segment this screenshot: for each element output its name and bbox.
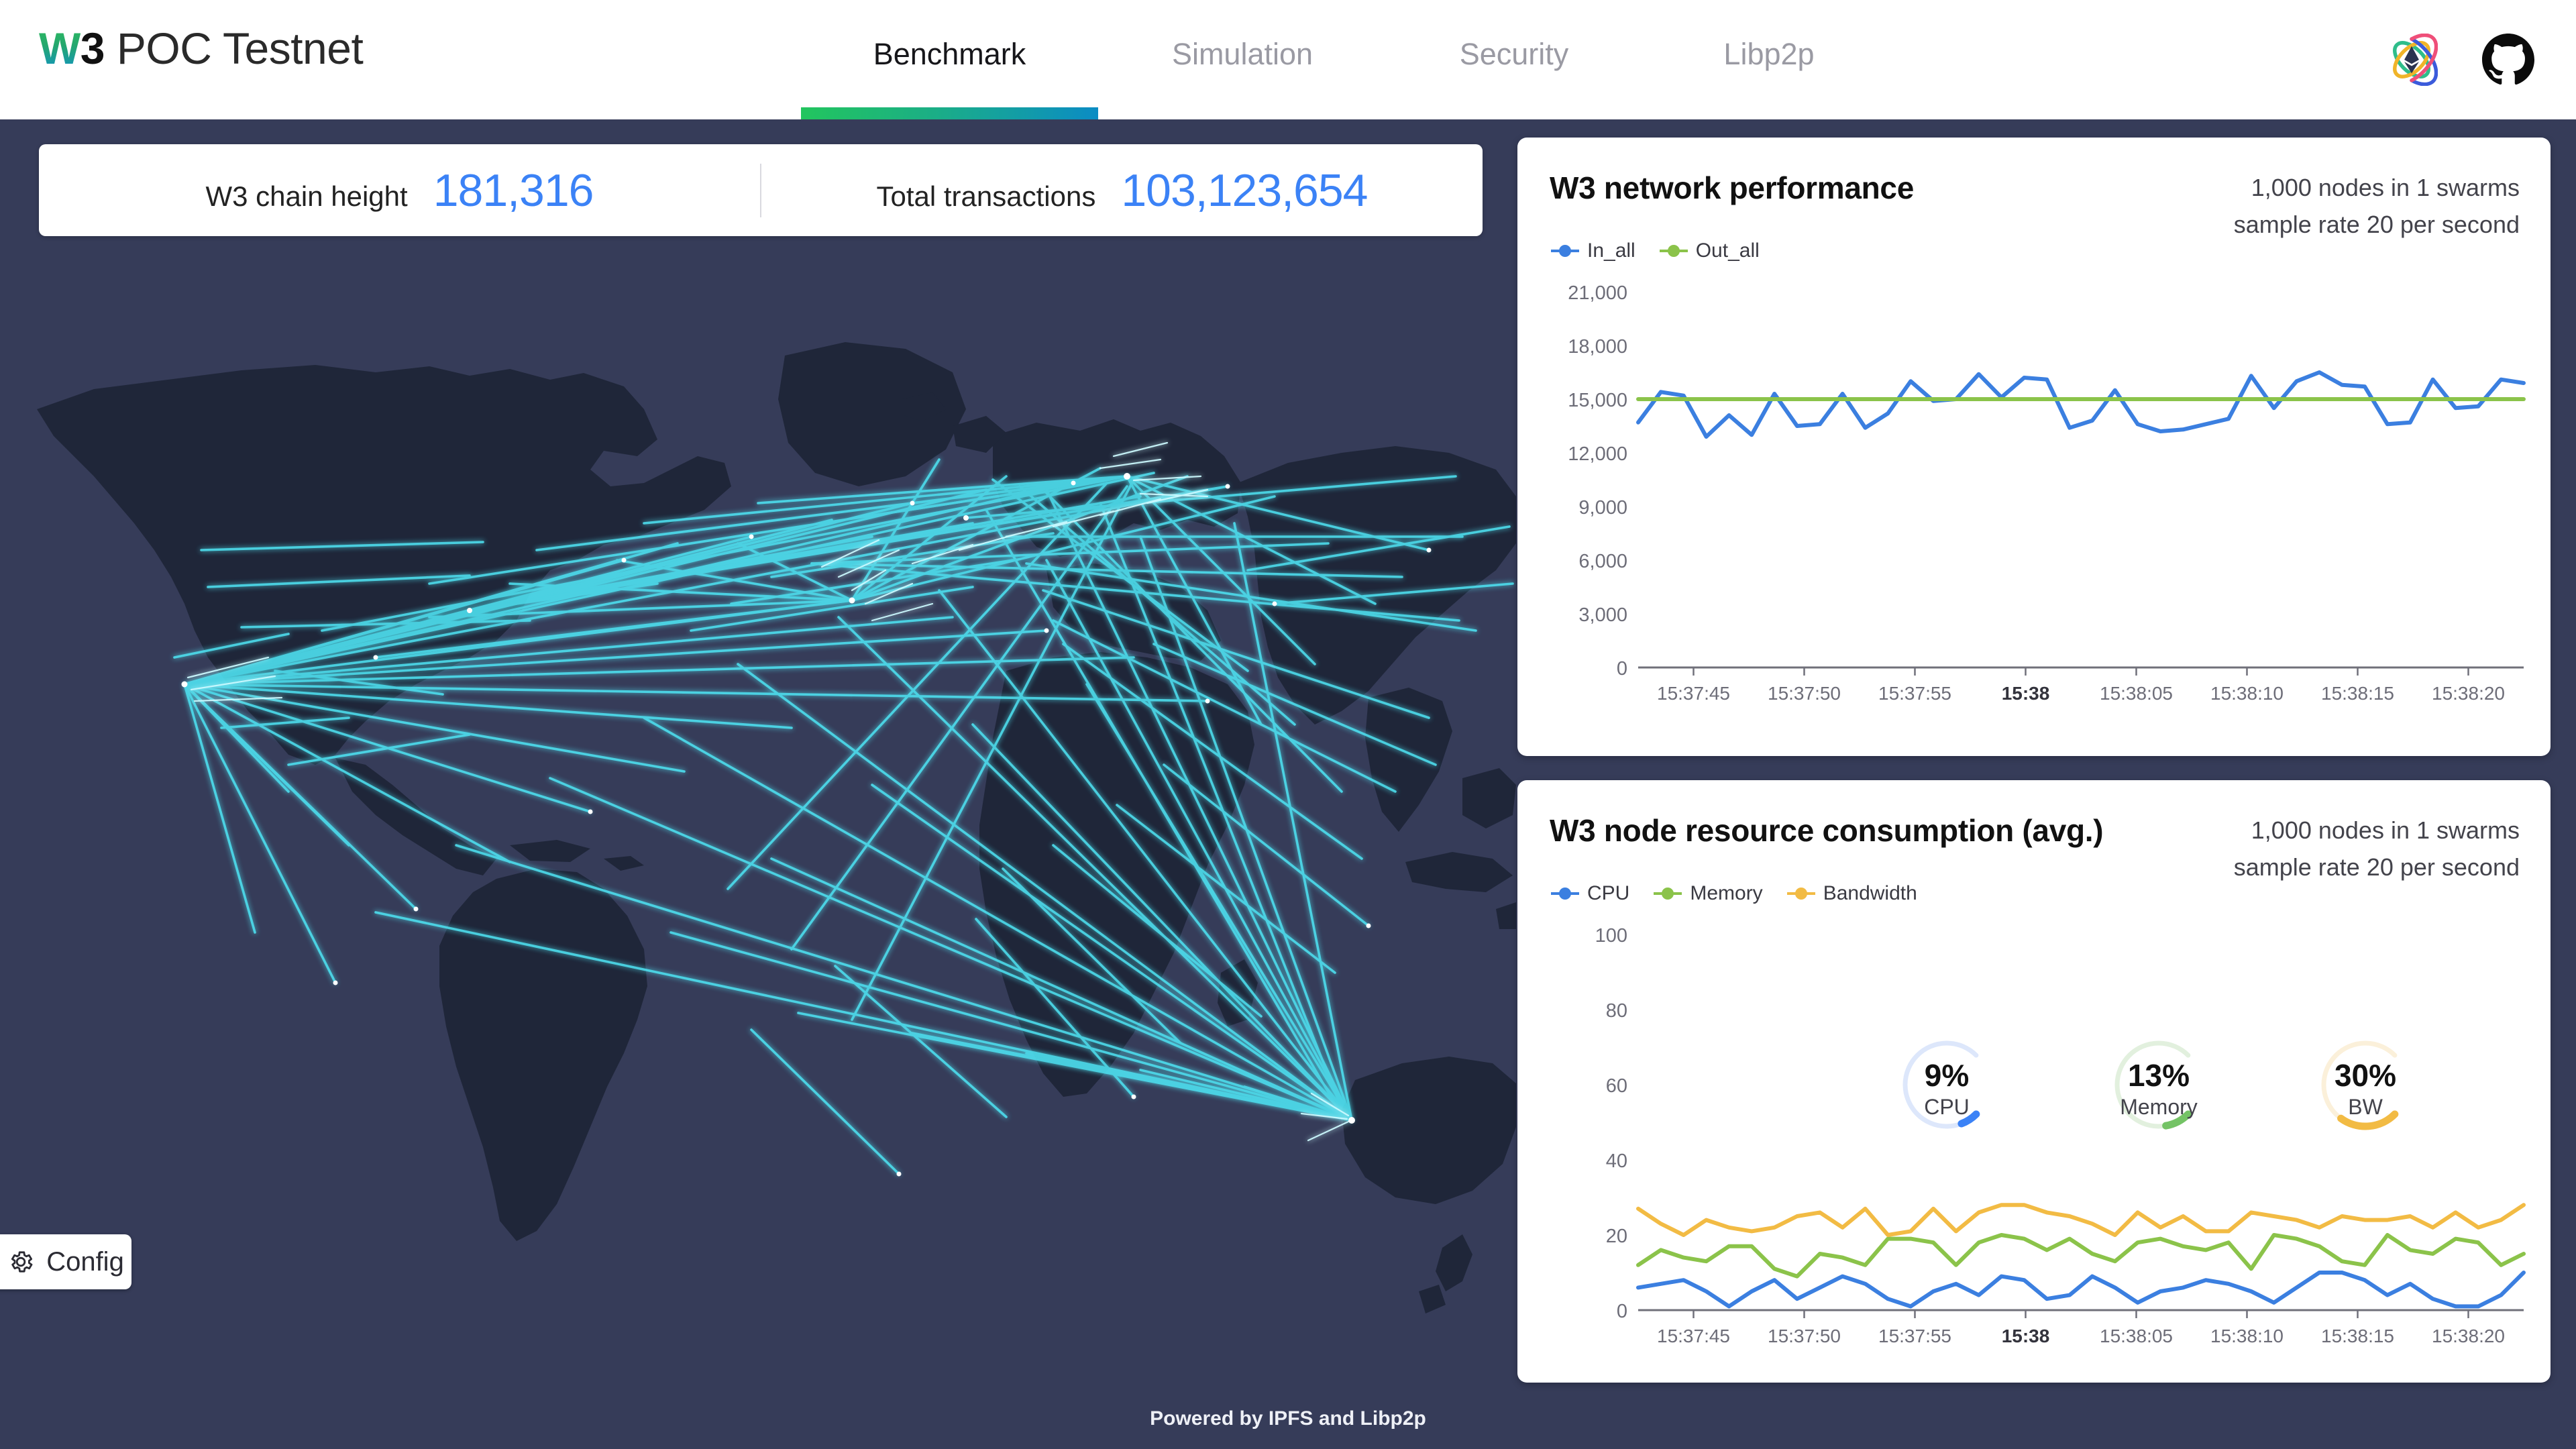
y-axis-tick-label: 80 <box>1606 1000 1627 1022</box>
card-node-resource-title: W3 node resource consumption (avg.) <box>1550 813 2104 848</box>
series-line-bandwidth <box>1636 1203 2526 1237</box>
chart-node-resource-consumption[interactable]: 0 20 40 60 80 100 15:37:45 15:37:50 15:37:55 15:3… <box>1517 921 2551 1384</box>
x-axis-tick-label: 15:38 <box>2002 683 2050 704</box>
series-line-in-all <box>1636 370 2526 439</box>
tab-libp2p[interactable]: Libp2p <box>1642 0 1896 119</box>
x-axis-tick-label: 15:38:10 <box>2210 1326 2284 1346</box>
github-icon[interactable] <box>2482 34 2534 86</box>
card-network-performance-meta: 1,000 nodes in 1 swarms sample rate 20 p… <box>2234 170 2520 243</box>
legend-item-in-all[interactable]: In_all <box>1550 239 1635 262</box>
x-axis-tick-label: 15:38:15 <box>2321 1326 2394 1346</box>
x-axis-tick-label: 15:38:15 <box>2321 683 2394 704</box>
stat-chain-height: W3 chain height 181,316 <box>39 164 760 217</box>
legend-label-bandwidth: Bandwidth <box>1823 882 1917 904</box>
series-line-memory <box>1636 1233 2526 1279</box>
legend-node-resource: CPU Memory Bandwidth <box>1550 882 1917 905</box>
nav-icon-group <box>2385 34 2534 86</box>
legend-marker-cpu <box>1551 888 1579 900</box>
y-axis-tick-label: 18,000 <box>1568 336 1627 358</box>
footer-text: Powered by IPFS and Libp2p <box>1150 1407 1426 1430</box>
legend-label-in-all: In_all <box>1587 239 1635 262</box>
card-node-resource-meta: 1,000 nodes in 1 swarms sample rate 20 p… <box>2234 812 2520 885</box>
legend-marker-memory <box>1654 888 1682 900</box>
tab-security[interactable]: Security <box>1387 0 1642 119</box>
res-meta-nodes: 1,000 nodes in 1 swarms <box>2251 816 2520 844</box>
y-axis-tick-label: 15,000 <box>1568 390 1627 411</box>
card-network-performance-title: W3 network performance <box>1550 170 1914 205</box>
y-axis-tick-label: 21,000 <box>1568 282 1627 304</box>
gear-icon <box>11 1251 33 1273</box>
legend-item-memory[interactable]: Memory <box>1652 882 1763 905</box>
stat-chain-height-label: W3 chain height <box>205 180 408 212</box>
ethereum-atom-icon[interactable] <box>2385 34 2438 86</box>
card-node-resource-consumption: W3 node resource consumption (avg.) 1,00… <box>1517 780 2551 1383</box>
res-meta-samplerate: sample rate 20 per second <box>2233 853 2520 881</box>
legend-marker-in-all <box>1551 245 1579 257</box>
legend-item-out-all[interactable]: Out_all <box>1658 239 1760 262</box>
tab-benchmark[interactable]: Benchmark <box>801 0 1098 119</box>
stat-total-transactions-label: Total transactions <box>876 180 1096 212</box>
map-canvas <box>0 255 1516 1368</box>
tab-simulation-label: Simulation <box>1171 37 1313 71</box>
card-network-performance-header: W3 network performance 1,000 nodes in 1 … <box>1517 138 2551 243</box>
tab-security-label: Security <box>1459 37 1569 71</box>
y-axis-tick-label: 12,000 <box>1568 443 1627 465</box>
y-axis-tick-label: 3,000 <box>1578 604 1627 626</box>
x-axis-tick-label: 15:38:05 <box>2100 1326 2173 1346</box>
x-axis-tick-label: 15:38:05 <box>2100 683 2173 704</box>
y-axis-tick-label: 6,000 <box>1578 551 1627 572</box>
card-network-performance: W3 network performance 1,000 nodes in 1 … <box>1517 138 2551 756</box>
y-axis-tick-label: 0 <box>1617 658 1627 680</box>
app-root: W3 POC Testnet Benchmark Simulation Secu… <box>0 0 2576 1449</box>
tab-benchmark-label: Benchmark <box>873 37 1026 71</box>
x-axis-tick-label: 15:37:45 <box>1657 1326 1730 1346</box>
x-axis-tick-label: 15:37:50 <box>1768 683 1841 704</box>
tab-libp2p-label: Libp2p <box>1723 37 1815 71</box>
perf-meta-samplerate: sample rate 20 per second <box>2233 210 2520 238</box>
legend-network-performance: In_all Out_all <box>1550 239 1760 262</box>
brand-three: 3 <box>80 23 105 73</box>
y-axis-tick-label: 9,000 <box>1578 497 1627 519</box>
x-axis-tick-label: 15:38:20 <box>2432 683 2505 704</box>
y-axis-tick-label: 40 <box>1606 1150 1627 1172</box>
x-axis-tick-label: 15:38 <box>2002 1326 2050 1346</box>
tab-simulation[interactable]: Simulation <box>1098 0 1387 119</box>
nav-tabs: Benchmark Simulation Security Libp2p <box>801 0 1896 119</box>
brand-logo[interactable]: W3 POC Testnet <box>39 23 364 74</box>
stat-total-transactions: Total transactions 103,123,654 <box>761 164 1483 217</box>
legend-item-bandwidth[interactable]: Bandwidth <box>1786 882 1917 905</box>
stat-total-transactions-value: 103,123,654 <box>1121 164 1368 216</box>
stat-chain-height-value: 181,316 <box>433 164 594 216</box>
x-axis-tick-label: 15:37:55 <box>1878 1326 1951 1346</box>
stats-bar: W3 chain height 181,316 Total transactio… <box>39 144 1483 236</box>
brand-rest: POC Testnet <box>105 23 364 73</box>
legend-label-cpu: CPU <box>1587 882 1630 904</box>
series-line-cpu <box>1636 1271 2526 1309</box>
x-axis-tick-label: 15:37:45 <box>1657 683 1730 704</box>
y-axis-tick-label: 60 <box>1606 1075 1627 1097</box>
legend-label-out-all: Out_all <box>1695 239 1760 262</box>
world-connection-map[interactable] <box>0 255 1516 1368</box>
y-axis-tick-label: 20 <box>1606 1226 1627 1247</box>
x-axis-tick-label: 15:37:50 <box>1768 1326 1841 1346</box>
chart-network-performance[interactable]: 0 3,000 6,000 9,000 12,000 15,000 18,000 21,000… <box>1517 278 2551 748</box>
card-node-resource-header: W3 node resource consumption (avg.) 1,00… <box>1517 780 2551 885</box>
x-axis-tick-label: 15:37:55 <box>1878 683 1951 704</box>
legend-item-cpu[interactable]: CPU <box>1550 882 1629 905</box>
top-navbar: W3 POC Testnet Benchmark Simulation Secu… <box>0 0 2576 119</box>
config-button-label: Config <box>46 1246 124 1277</box>
brand-w: W <box>39 23 80 73</box>
config-button[interactable]: Config <box>0 1234 131 1289</box>
perf-meta-nodes: 1,000 nodes in 1 swarms <box>2251 174 2520 201</box>
legend-label-memory: Memory <box>1690 882 1763 904</box>
x-axis-tick-label: 15:38:10 <box>2210 683 2284 704</box>
x-axis-tick-label: 15:38:20 <box>2432 1326 2505 1346</box>
legend-marker-bandwidth <box>1786 888 1815 900</box>
y-axis-tick-label: 100 <box>1595 925 1627 947</box>
y-axis-tick-label: 0 <box>1617 1301 1627 1322</box>
legend-marker-out-all <box>1659 245 1688 257</box>
